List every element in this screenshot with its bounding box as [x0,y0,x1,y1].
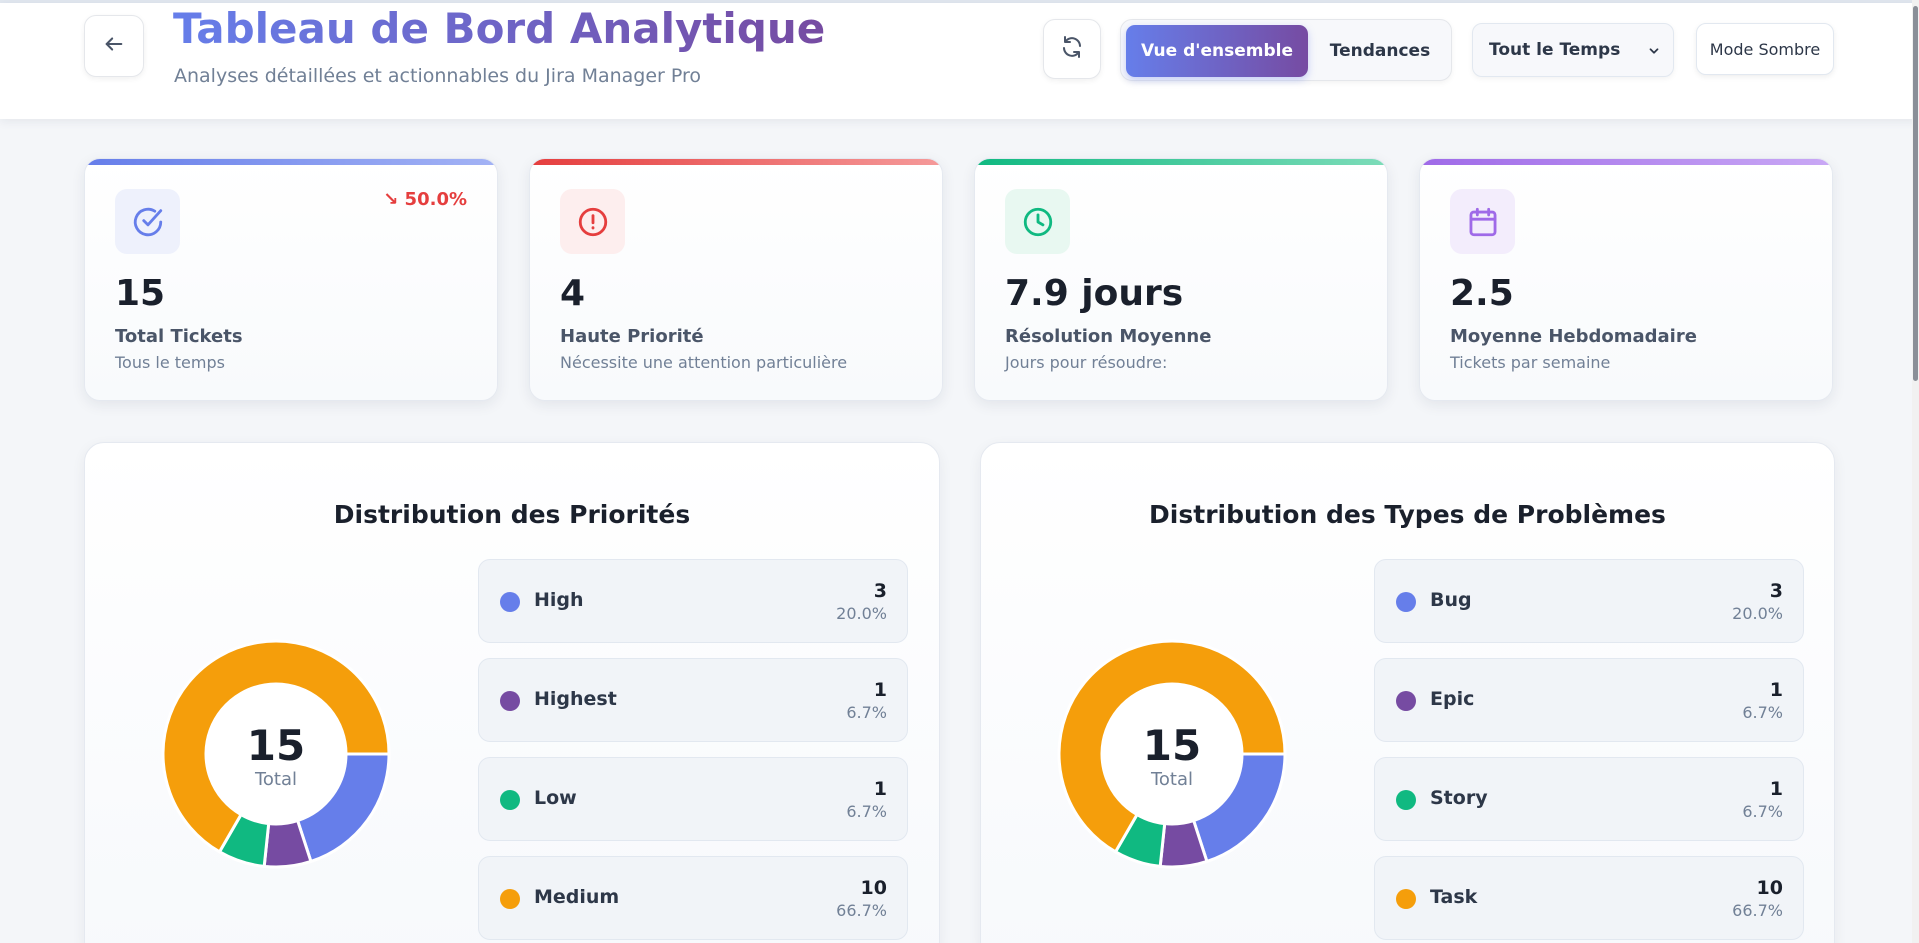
legend-name: Bug [1430,589,1472,611]
legend-count: 1 [873,778,887,800]
legend-dot [500,790,520,810]
time-filter-value: Tout le Temps [1489,40,1621,60]
legend-item-highest[interactable]: Highest 1 6.7% [478,658,908,742]
stat-description: Nécessite une attention particulière [560,353,848,372]
stat-value: 7.9 jours [1005,273,1184,314]
legend-item-epic[interactable]: Epic 1 6.7% [1374,658,1804,742]
arrow-left-icon [103,33,125,59]
legend-dot [1396,790,1416,810]
legend-count: 3 [1769,580,1783,602]
card-accent-bar [1420,159,1832,165]
card-accent-bar [975,159,1387,165]
legend-item-medium[interactable]: Medium 10 66.7% [478,856,908,940]
donut-total-value: 15 [246,721,306,770]
legend-count: 10 [1756,877,1783,899]
legend-count: 10 [860,877,887,899]
legend-count: 1 [1769,778,1783,800]
clock-icon [1005,189,1070,254]
chevron-down-icon [1647,43,1661,63]
legend-item-high[interactable]: High 3 20.0% [478,559,908,643]
legend-percent: 20.0% [836,604,887,623]
priority-distribution-panel: Distribution des Priorités 15 Total High… [84,442,940,943]
stat-description: Tous le temps [115,353,225,372]
page-title: Tableau de Bord Analytique [173,4,825,58]
tab-overview[interactable]: Vue d'ensemble [1126,25,1308,77]
donut-total-label: Total [254,769,298,790]
trend-indicator: ↘ 50.0% [383,189,467,210]
view-tabs: Vue d'ensemble Tendances [1120,19,1452,81]
time-filter-select[interactable]: Tout le Temps [1472,23,1674,77]
legend-percent: 6.7% [846,703,887,722]
panel-title: Distribution des Types de Problèmes [1149,500,1666,529]
legend-item-low[interactable]: Low 1 6.7% [478,757,908,841]
stat-label: Haute Priorité [560,326,704,347]
legend-percent: 6.7% [846,802,887,821]
legend-item-task[interactable]: Task 10 66.7% [1374,856,1804,940]
legend-percent: 66.7% [1732,901,1783,920]
refresh-button[interactable] [1043,19,1101,79]
stat-card-avg-resolution: 7.9 jours Résolution Moyenne Jours pour … [974,158,1388,401]
stat-card-high-priority: 4 Haute Priorité Nécessite une attention… [529,158,943,401]
legend-percent: 6.7% [1742,802,1783,821]
stat-description: Jours pour résoudre: [1005,353,1168,372]
legend-item-bug[interactable]: Bug 3 20.0% [1374,559,1804,643]
issue-type-distribution-panel: Distribution des Types de Problèmes 15 T… [980,442,1835,943]
legend-percent: 20.0% [1732,604,1783,623]
legend-count: 3 [873,580,887,602]
legend-name: Task [1430,886,1478,908]
page-header: Tableau de Bord Analytique Analyses déta… [0,3,1919,119]
dark-mode-button[interactable]: Mode Sombre [1696,23,1834,75]
stat-description: Tickets par semaine [1450,353,1611,372]
legend-percent: 66.7% [836,901,887,920]
legend-name: Low [534,787,577,809]
stat-card-weekly-average: 2.5 Moyenne Hebdomadaire Tickets par sem… [1419,158,1833,401]
legend-name: Medium [534,886,620,908]
legend-dot [1396,691,1416,711]
legend-item-story[interactable]: Story 1 6.7% [1374,757,1804,841]
legend-count: 1 [873,679,887,701]
stat-value: 15 [115,273,166,314]
legend-name: Epic [1430,688,1475,710]
legend-percent: 6.7% [1742,703,1783,722]
legend-name: High [534,589,584,611]
stat-value: 4 [560,273,586,314]
scrollbar-thumb[interactable] [1913,6,1918,381]
stat-value: 2.5 [1450,273,1514,314]
card-accent-bar [85,159,497,165]
stat-label: Résolution Moyenne [1005,326,1212,347]
legend-name: Highest [534,688,617,710]
legend-count: 1 [1769,679,1783,701]
check-circle-icon [115,189,180,254]
stat-card-total-tickets: ↘ 50.0% 15 Total Tickets Tous le temps [84,158,498,401]
legend-dot [1396,889,1416,909]
calendar-icon [1450,189,1515,254]
refresh-icon [1060,35,1084,63]
back-button[interactable] [84,15,144,77]
donut-total-label: Total [1150,769,1194,790]
legend-dot [1396,592,1416,612]
stat-label: Total Tickets [115,326,243,347]
alert-circle-icon [560,189,625,254]
tab-trends[interactable]: Tendances [1311,25,1449,77]
panel-title: Distribution des Priorités [333,500,691,529]
stat-label: Moyenne Hebdomadaire [1450,326,1697,347]
donut-total-value: 15 [1142,721,1202,770]
legend-dot [500,592,520,612]
card-accent-bar [530,159,942,165]
legend-dot [500,691,520,711]
page-subtitle: Analyses détaillées et actionnables du J… [174,65,702,87]
legend-name: Story [1430,787,1488,809]
legend-dot [500,889,520,909]
